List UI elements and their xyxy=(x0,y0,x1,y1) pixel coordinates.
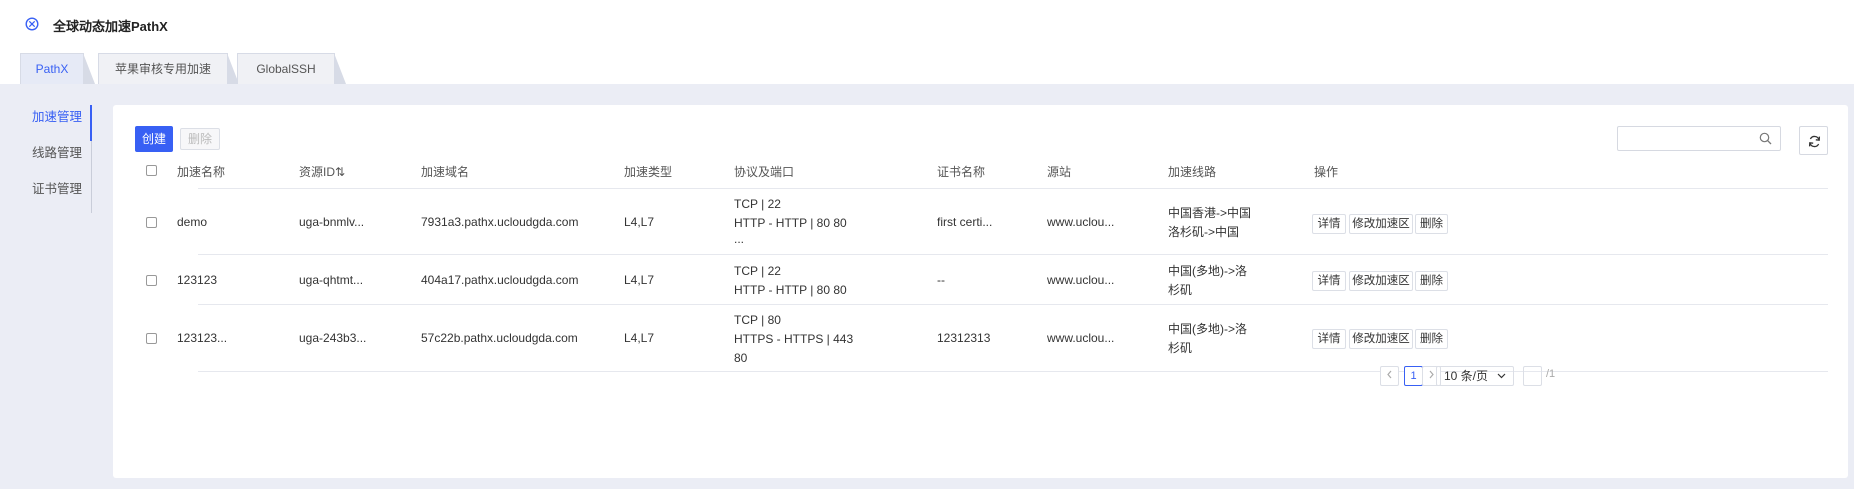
row-checkbox[interactable] xyxy=(146,275,157,286)
product-logo-icon xyxy=(25,17,39,31)
protocol-line: ... xyxy=(734,232,745,246)
tab-apple-review[interactable]: 苹果审核专用加速 xyxy=(98,53,239,84)
search-input[interactable] xyxy=(1617,126,1781,151)
sidenav-item-route-manage[interactable]: 线路管理 xyxy=(26,141,92,177)
col-protocol: 协议及端口 xyxy=(734,165,795,179)
table-row: 123123... uga-243b3... 57c22b.pathx.uclo… xyxy=(113,305,1848,372)
cell-protocol: TCP | 22 HTTP - HTTP | 80 80 xyxy=(734,262,847,300)
page-size-value: 10 条/页 xyxy=(1444,369,1489,383)
cell-cert: first certi... xyxy=(937,215,993,229)
route-line: 中国(多地)->洛 xyxy=(1168,264,1247,278)
main-panel: 创建 删除 加速名称 资源ID⇅ 加速域名 加速类型 协议及端口 证书名称 源站… xyxy=(113,105,1848,478)
protocol-line: HTTP - HTTP | 80 80 xyxy=(734,216,847,230)
route-line: 中国香港->中国 xyxy=(1168,206,1252,220)
cell-name: 123123... xyxy=(177,331,228,345)
protocol-line: TCP | 22 xyxy=(734,197,781,211)
delete-button[interactable]: 删除 xyxy=(180,128,220,150)
cell-domain: 7931a3.pathx.ucloudgda.com xyxy=(421,215,579,229)
top-header: 全球动态加速PathX PathX 苹果审核专用加速 GlobalSSH xyxy=(0,0,1854,84)
route-line: 杉矶 xyxy=(1168,341,1193,355)
cell-type: L4,L7 xyxy=(624,273,655,287)
route-line: 洛杉矶->中国 xyxy=(1168,225,1240,239)
tab-globalssh[interactable]: GlobalSSH xyxy=(237,53,346,84)
cell-origin: www.uclou... xyxy=(1047,273,1115,287)
table-row: demo uga-bnmlv... 7931a3.pathx.ucloudgda… xyxy=(113,189,1848,255)
search-icon[interactable] xyxy=(1759,132,1772,145)
page-size-select[interactable]: 10 条/页 xyxy=(1436,366,1514,386)
cell-origin: www.uclou... xyxy=(1047,215,1115,229)
row-checkbox[interactable] xyxy=(146,217,157,228)
row-delete-button[interactable]: 删除 xyxy=(1415,271,1448,291)
protocol-line: HTTPS - HTTPS | 443 xyxy=(734,332,854,346)
cell-name: 123123 xyxy=(177,273,218,287)
col-cert: 证书名称 xyxy=(937,165,986,179)
cell-protocol: TCP | 80 HTTPS - HTTPS | 443 80 xyxy=(734,311,853,368)
col-name: 加速名称 xyxy=(177,165,226,179)
cell-origin: www.uclou... xyxy=(1047,331,1115,345)
sidenav-item-accel-manage[interactable]: 加速管理 xyxy=(26,105,92,141)
refresh-icon xyxy=(1808,135,1821,148)
modify-region-button[interactable]: 修改加速区 xyxy=(1349,214,1413,234)
protocol-line: HTTP - HTTP | 80 80 xyxy=(734,283,847,297)
col-origin: 源站 xyxy=(1047,165,1072,179)
cell-route: 中国香港->中国 洛杉矶->中国 xyxy=(1168,204,1251,242)
table-row: 123123 uga-qhtmt... 404a17.pathx.ucloudg… xyxy=(113,255,1848,305)
page-title: 全球动态加速PathX xyxy=(53,19,168,34)
detail-button[interactable]: 详情 xyxy=(1312,271,1346,291)
col-domain: 加速域名 xyxy=(421,165,470,179)
route-line: 杉矶 xyxy=(1168,283,1193,297)
route-line: 中国(多地)->洛 xyxy=(1168,322,1247,336)
cell-protocol: TCP | 22 HTTP - HTTP | 80 80 ... xyxy=(734,195,847,246)
cell-domain: 404a17.pathx.ucloudgda.com xyxy=(421,273,579,287)
protocol-line: TCP | 80 xyxy=(734,313,781,327)
col-route: 加速线路 xyxy=(1168,165,1217,179)
detail-button[interactable]: 详情 xyxy=(1312,329,1346,349)
chevron-down-icon xyxy=(1497,373,1506,379)
cell-resource-id: uga-bnmlv... xyxy=(299,215,365,229)
col-resource-id[interactable]: 资源ID⇅ xyxy=(299,163,345,182)
cell-cert: -- xyxy=(937,273,945,287)
create-button[interactable]: 创建 xyxy=(135,126,173,152)
tab-pathx[interactable]: PathX xyxy=(20,53,95,84)
cell-resource-id: uga-qhtmt... xyxy=(299,273,364,287)
modify-region-button[interactable]: 修改加速区 xyxy=(1349,271,1413,291)
cell-name: demo xyxy=(177,215,208,229)
protocol-line: 80 xyxy=(734,351,748,365)
sidenav-item-cert-manage[interactable]: 证书管理 xyxy=(26,177,92,213)
prev-page-button[interactable] xyxy=(1380,366,1399,386)
col-type: 加速类型 xyxy=(624,165,673,179)
cell-type: L4,L7 xyxy=(624,331,655,345)
row-checkbox[interactable] xyxy=(146,333,157,344)
select-all-checkbox[interactable] xyxy=(146,165,157,176)
row-delete-button[interactable]: 删除 xyxy=(1415,329,1448,349)
cell-route: 中国(多地)->洛 杉矶 xyxy=(1168,262,1247,300)
page-number-button[interactable]: 1 xyxy=(1404,366,1423,386)
modify-region-button[interactable]: 修改加速区 xyxy=(1349,329,1413,349)
divider xyxy=(198,371,1828,372)
cell-route: 中国(多地)->洛 杉矶 xyxy=(1168,320,1247,358)
refresh-button[interactable] xyxy=(1799,126,1828,155)
side-nav: 加速管理 线路管理 证书管理 xyxy=(26,105,92,213)
cell-domain: 57c22b.pathx.ucloudgda.com xyxy=(421,331,578,345)
cell-type: L4,L7 xyxy=(624,215,655,229)
chevron-right-icon xyxy=(1429,370,1434,379)
cell-resource-id: uga-243b3... xyxy=(299,331,367,345)
chevron-left-icon xyxy=(1387,370,1392,379)
row-delete-button[interactable]: 删除 xyxy=(1415,214,1448,234)
detail-button[interactable]: 详情 xyxy=(1312,214,1346,234)
protocol-line: TCP | 22 xyxy=(734,264,781,278)
cell-cert: 12312313 xyxy=(937,331,991,345)
total-pages: /1 xyxy=(1546,368,1556,380)
table-header: 加速名称 资源ID⇅ 加速域名 加速类型 协议及端口 证书名称 源站 加速线路 … xyxy=(113,153,1848,189)
col-actions: 操作 xyxy=(1314,165,1339,179)
page-jump-input[interactable] xyxy=(1523,366,1542,386)
